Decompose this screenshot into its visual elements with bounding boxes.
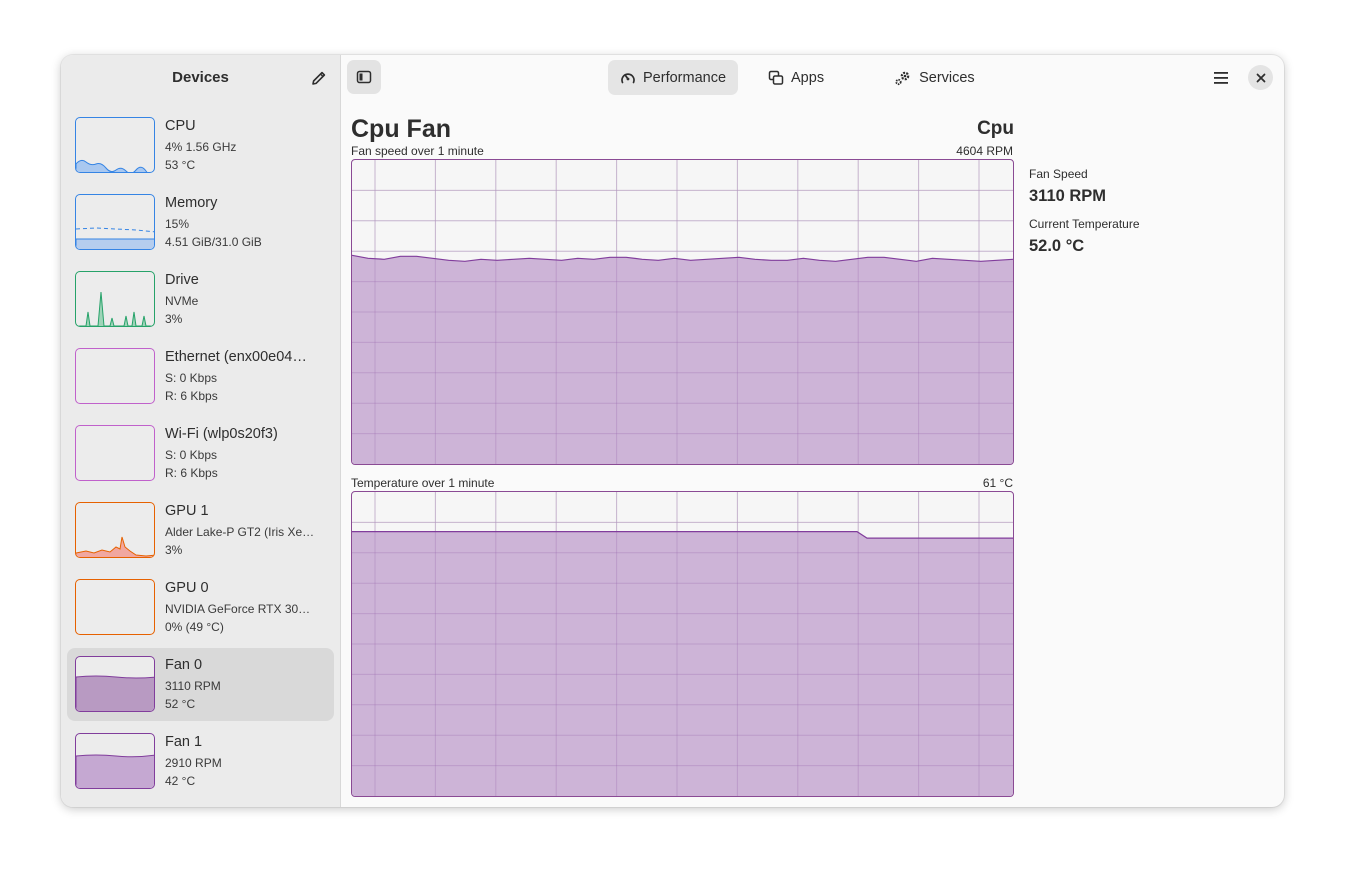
device-item-gpu-0[interactable]: GPU 0 NVIDIA GeForce RTX 305… 0% (49 °C) [67,571,334,644]
tab-apps[interactable]: Apps [756,60,836,95]
pencil-icon [312,71,326,85]
device-usage-thumbnail [75,425,155,481]
fan-graph-label: Fan speed over 1 minute [351,144,484,158]
device-detail-1: NVIDIA GeForce RTX 305… [165,602,315,616]
edit-devices-button[interactable] [306,65,332,91]
device-usage-thumbnail [75,656,155,712]
device-detail-1: Alder Lake-P GT2 (Iris Xe … [165,525,315,539]
sidebar-toggle-icon [356,70,372,84]
temp-graph-max: 61 °C [982,476,1013,490]
device-usage-thumbnail [75,733,155,789]
close-icon [1256,73,1265,82]
sidebar-header: Devices [61,55,340,101]
tab-services[interactable]: Services [882,60,987,95]
device-usage-thumbnail [75,271,155,327]
device-item-fan-0[interactable]: Fan 0 3110 RPM 52 °C [67,648,334,721]
fan-speed-value: 3110 RPM [1029,187,1107,205]
device-detail-1: 3110 RPM [165,679,221,693]
device-detail-1: NVMe [165,294,199,308]
windows-icon [768,70,784,85]
device-detail-2: 0% (49 °C) [165,620,224,634]
tab-apps-label: Apps [791,69,825,86]
device-item-cpu[interactable]: CPU 4% 1.56 GHz 53 °C [67,109,334,182]
device-name: GPU 1 [165,503,209,519]
device-item-ethernet-enx00e04[interactable]: Ethernet (enx00e04… S: 0 Kbps R: 6 Kbps [67,340,334,413]
page-title: Cpu Fan [351,115,451,143]
sidebar: Devices CPU 4% 1.56 GHz 53 °C Memory 15% 4.51… [61,55,341,807]
device-name: GPU 0 [165,580,209,596]
device-usage-thumbnail [75,194,155,250]
close-button[interactable] [1248,65,1273,90]
tab-performance-label: Performance [643,69,727,86]
tab-services-label: Services [919,69,975,86]
device-detail-2: 52 °C [165,697,196,711]
device-name: Fan 0 [165,657,203,673]
device-name: CPU [165,118,196,134]
temperature-label: Current Temperature [1029,217,1140,231]
device-detail-1: 2910 RPM [165,756,222,770]
device-detail-1: 4% 1.56 GHz [165,140,237,154]
view-switcher: Performance Apps Services [608,60,987,95]
device-detail-2: 4.51 GiB/31.0 GiB [165,235,262,249]
temp-graph-label: Temperature over 1 minute [351,476,495,490]
tab-performance[interactable]: Performance [608,60,739,95]
app-window: Devices CPU 4% 1.56 GHz 53 °C Memory 15% 4.51… [61,55,1284,807]
device-item-wi-fi-wlp0s20f3[interactable]: Wi-Fi (wlp0s20f3) S: 0 Kbps R: 6 Kbps [67,417,334,490]
device-detail-2: 3% [165,312,183,326]
device-name: Wi-Fi (wlp0s20f3) [165,426,278,442]
device-name: Memory [165,195,218,211]
device-usage-thumbnail [75,502,155,558]
hamburger-icon [1214,72,1228,84]
temperature-graph [351,491,1014,797]
device-usage-thumbnail [75,117,155,173]
fan-speed-info: Fan Speed 3110 RPM [1029,167,1106,206]
device-detail-2: R: 6 Kbps [165,466,218,480]
device-detail-2: 42 °C [165,774,196,788]
fan-speed-graph [351,159,1014,465]
main-panel: Performance Apps Services Cpu Fan Cpu Fa… [341,55,1284,807]
device-detail-1: 15% [165,217,190,231]
device-detail-2: 53 °C [165,158,196,172]
speedometer-icon [621,72,635,83]
device-detail-2: R: 6 Kbps [165,389,218,403]
main-menu-button[interactable] [1207,64,1235,92]
device-name: Ethernet (enx00e04… [165,349,307,365]
device-item-gpu-1[interactable]: GPU 1 Alder Lake-P GT2 (Iris Xe … 3% [67,494,334,567]
device-list: CPU 4% 1.56 GHz 53 °C Memory 15% 4.51 GiB/31.… [67,109,334,802]
fan-speed-label: Fan Speed [1029,167,1088,181]
device-detail-1: S: 0 Kbps [165,448,218,462]
device-item-drive[interactable]: Drive NVMe 3% [67,263,334,336]
fan-graph-max: 4604 RPM [956,144,1013,158]
gears-icon [895,71,910,85]
device-usage-thumbnail [75,579,155,635]
temperature-value: 52.0 °C [1029,237,1085,255]
temperature-info: Current Temperature 52.0 °C [1029,217,1140,256]
device-detail-2: 3% [165,543,183,557]
device-item-memory[interactable]: Memory 15% 4.51 GiB/31.0 GiB [67,186,334,259]
device-detail-1: S: 0 Kbps [165,371,218,385]
device-name: Drive [165,272,199,288]
device-item-fan-1[interactable]: Fan 1 2910 RPM 42 °C [67,725,334,798]
device-name: Fan 1 [165,734,203,750]
device-usage-thumbnail [75,348,155,404]
page-subtitle: Cpu [977,118,1014,139]
toggle-sidebar-button[interactable] [347,60,381,94]
sidebar-title: Devices [172,69,229,86]
